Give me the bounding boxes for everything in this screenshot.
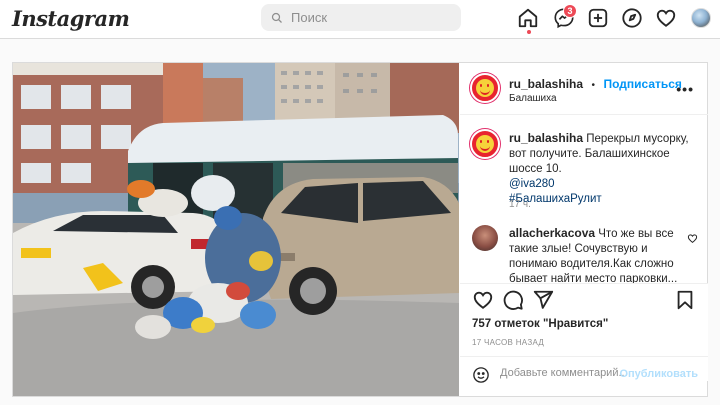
post-actions: 757 отметок "Нравится" 17 ЧАСОВ НАЗАД Оп… [460, 283, 708, 383]
likes-count[interactable]: 757 отметок "Нравится" [472, 318, 608, 330]
comment-like-icon[interactable] [687, 233, 698, 244]
post-time-ago[interactable]: 17 ЧАСОВ НАЗАД [472, 338, 544, 347]
caption-username[interactable]: ru_balashiha [509, 131, 583, 145]
post-card: ru_balashiha • Подписаться Балашиха ••• … [12, 62, 708, 397]
commenter-avatar[interactable] [472, 225, 498, 251]
post-location[interactable]: Балашиха [509, 93, 557, 104]
more-options-icon[interactable]: ••• [676, 81, 694, 97]
explore-icon[interactable] [621, 7, 643, 29]
publish-button[interactable]: Опубликовать [619, 368, 698, 380]
instagram-logo[interactable]: Instagram [12, 6, 130, 31]
active-indicator [527, 30, 531, 34]
comment-icon[interactable] [502, 289, 524, 311]
photo-scene [13, 63, 459, 396]
post-photo[interactable] [13, 63, 459, 396]
follow-button[interactable]: Подписаться [603, 77, 681, 91]
search-input[interactable] [291, 10, 441, 25]
post-header: ru_balashiha • Подписаться Балашиха ••• [460, 63, 708, 115]
home-icon[interactable] [517, 7, 539, 29]
search-box[interactable] [261, 4, 461, 31]
caption-mention[interactable]: @iva280 [509, 178, 555, 190]
comment-text: allacherkacova Что же вы все такие злые!… [509, 226, 684, 286]
commenter-username[interactable]: allacherkacova [509, 226, 595, 240]
author-avatar[interactable] [470, 73, 500, 103]
comment-input[interactable] [500, 367, 630, 379]
save-icon[interactable] [674, 289, 696, 311]
top-navbar: Instagram 3 [0, 0, 720, 39]
notification-badge: 3 [563, 4, 577, 18]
caption-avatar[interactable] [470, 129, 500, 159]
like-icon[interactable] [472, 289, 494, 311]
caption-time[interactable]: 17 ч. [509, 199, 531, 210]
add-comment-bar: Опубликовать [460, 356, 708, 396]
header-separator: • [591, 80, 595, 91]
search-icon [271, 12, 282, 23]
profile-avatar[interactable] [691, 8, 711, 28]
new-post-icon[interactable] [587, 7, 609, 29]
author-username[interactable]: ru_balashiha [509, 77, 583, 91]
caption-text: ru_balashiha Перекрыл мусорку, вот получ… [509, 131, 699, 207]
heart-icon[interactable] [655, 7, 677, 29]
emoji-icon[interactable] [472, 366, 490, 384]
post-sidebar: ru_balashiha • Подписаться Балашиха ••• … [460, 63, 708, 396]
share-icon[interactable] [532, 289, 554, 311]
